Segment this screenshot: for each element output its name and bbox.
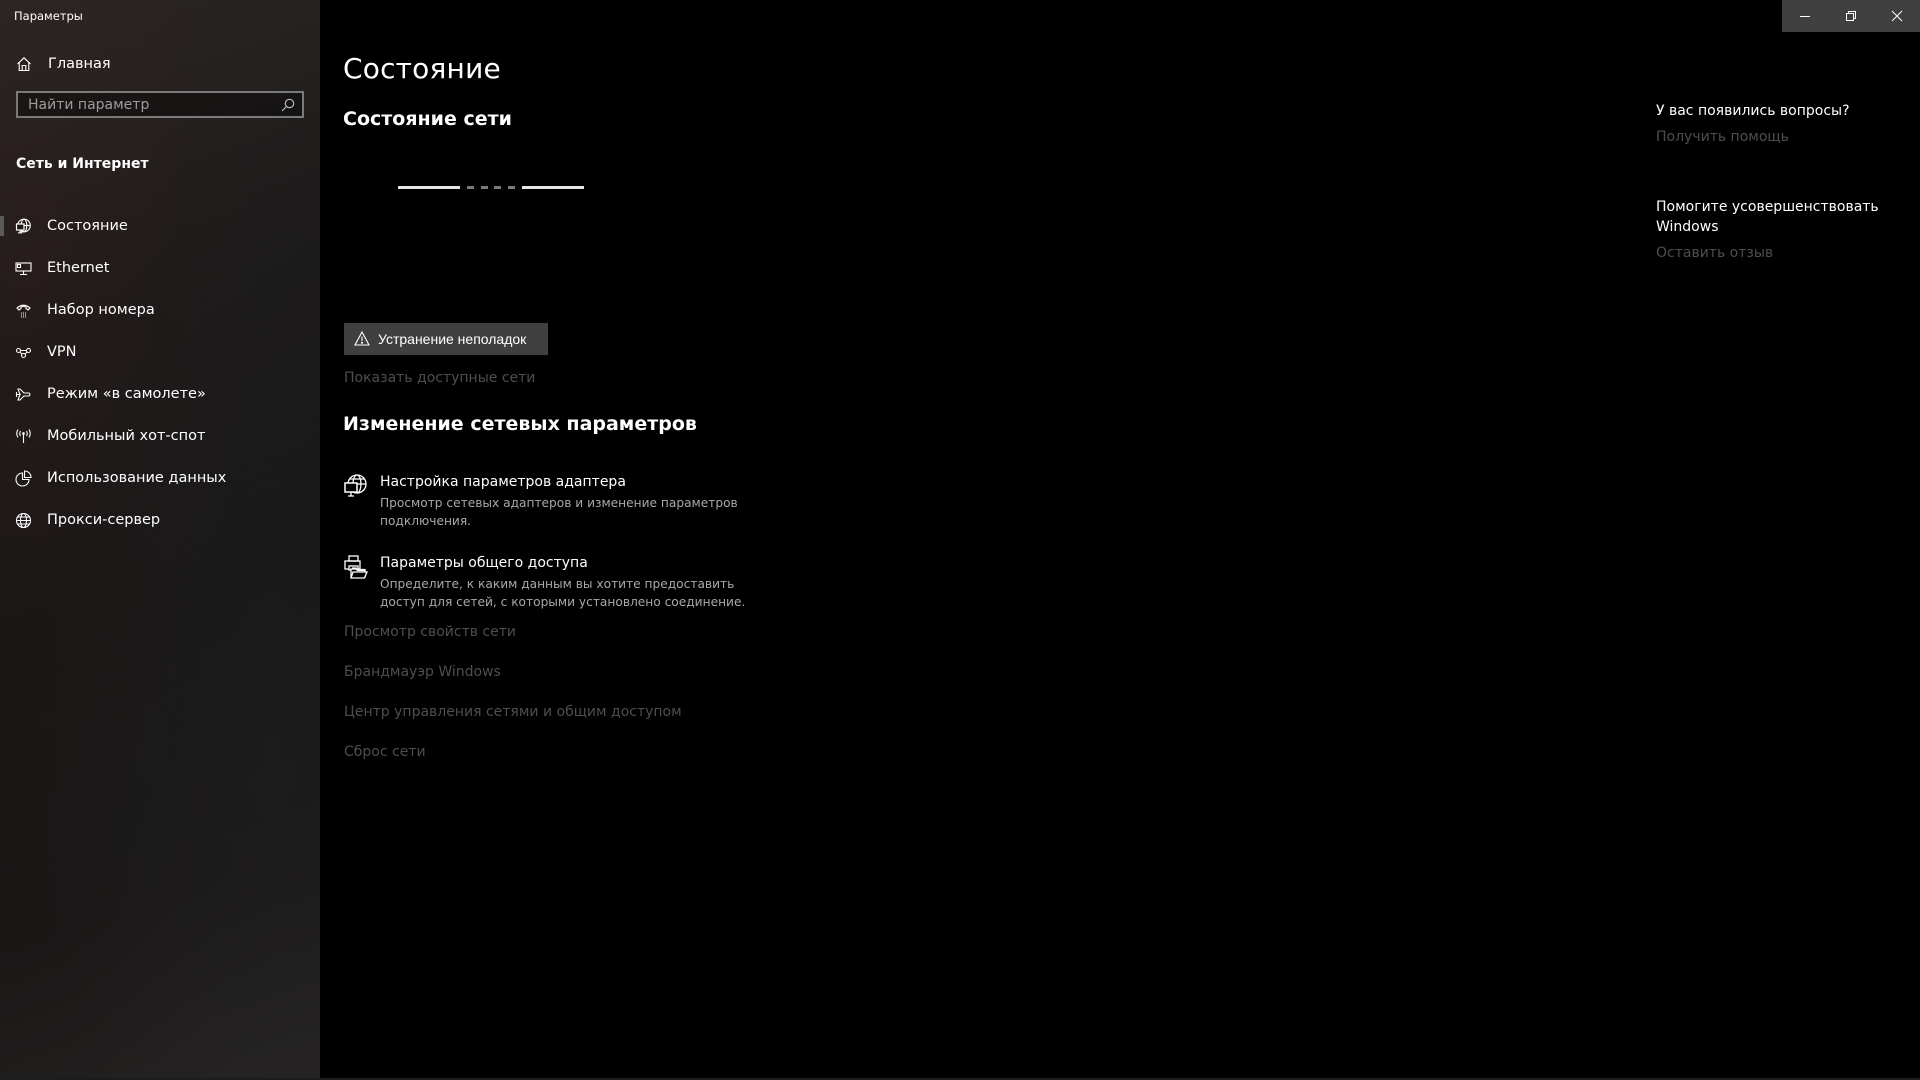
network-reset-link[interactable]: Сброс сети bbox=[344, 744, 426, 760]
hotspot-icon bbox=[15, 428, 32, 445]
sharing-settings-description: Определите, к каким данным вы хотите пре… bbox=[380, 577, 746, 609]
sidebar-home[interactable]: Главная bbox=[0, 52, 320, 76]
adapter-settings-description: Просмотр сетевых адаптеров и изменение п… bbox=[380, 496, 738, 528]
sidebar-item-vpn[interactable]: VPN bbox=[0, 332, 320, 372]
give-feedback-link[interactable]: Оставить отзыв bbox=[1656, 245, 1773, 261]
sidebar-item-status[interactable]: Состояние bbox=[0, 206, 320, 246]
sidebar-item-label: Использование данных bbox=[47, 470, 227, 486]
globe-icon bbox=[15, 512, 32, 529]
network-line-right bbox=[522, 186, 584, 189]
ethernet-icon bbox=[15, 260, 32, 277]
sidebar-item-label: VPN bbox=[47, 344, 77, 360]
adapter-icon bbox=[344, 474, 368, 500]
get-help-link[interactable]: Получить помощь bbox=[1656, 129, 1789, 145]
network-diagram bbox=[398, 186, 588, 189]
questions-title: У вас появились вопросы? bbox=[1656, 103, 1850, 119]
network-status-icon bbox=[15, 218, 32, 235]
warning-icon bbox=[354, 330, 370, 346]
sidebar-section-title: Сеть и Интернет bbox=[16, 156, 149, 172]
sharing-settings-title: Параметры общего доступа bbox=[380, 555, 588, 571]
network-sharing-center-link[interactable]: Центр управления сетями и общим доступом bbox=[344, 704, 682, 720]
sidebar-item-label: Мобильный хот-спот bbox=[47, 428, 206, 444]
sidebar-item-label: Набор номера bbox=[47, 302, 155, 318]
home-icon bbox=[16, 56, 32, 72]
minimize-icon bbox=[1800, 16, 1810, 17]
sidebar-item-label: Прокси-сервер bbox=[47, 512, 161, 528]
selection-indicator bbox=[0, 216, 4, 236]
show-networks-link[interactable]: Показать доступные сети bbox=[344, 370, 535, 386]
feedback-title: Помогите усовершенствовать Windows bbox=[1656, 199, 1879, 235]
sidebar-item-data-usage[interactable]: Использование данных bbox=[0, 458, 320, 498]
windows-firewall-link[interactable]: Брандмауэр Windows bbox=[344, 664, 501, 680]
network-status-title: Состояние сети bbox=[343, 108, 512, 130]
network-dash bbox=[467, 186, 474, 189]
adapter-settings-title: Настройка параметров адаптера bbox=[380, 474, 626, 490]
sidebar-item-label: Ethernet bbox=[47, 260, 110, 276]
sidebar: Параметры Главная Сеть и Интернет bbox=[0, 0, 320, 1078]
sidebar-item-proxy[interactable]: Прокси-сервер bbox=[0, 500, 320, 540]
network-dash bbox=[508, 186, 515, 189]
close-icon bbox=[1891, 10, 1903, 22]
search-icon[interactable] bbox=[280, 97, 296, 113]
minimize-button[interactable] bbox=[1782, 0, 1828, 32]
restore-icon bbox=[1846, 11, 1856, 21]
page-title: Состояние bbox=[343, 52, 501, 85]
sidebar-home-label: Главная bbox=[48, 56, 111, 72]
network-dash bbox=[494, 186, 501, 189]
app-title: Параметры bbox=[14, 9, 83, 23]
change-settings-title: Изменение сетевых параметров bbox=[343, 413, 697, 435]
sidebar-item-ethernet[interactable]: Ethernet bbox=[0, 248, 320, 288]
restore-button[interactable] bbox=[1828, 0, 1874, 32]
network-dash bbox=[481, 186, 488, 189]
sidebar-item-label: Режим «в самолете» bbox=[47, 386, 206, 402]
sidebar-item-dialup[interactable]: Набор номера bbox=[0, 290, 320, 330]
network-line-left bbox=[398, 186, 460, 189]
search-box[interactable] bbox=[16, 91, 304, 118]
data-usage-icon bbox=[15, 470, 32, 487]
sidebar-item-label: Состояние bbox=[47, 218, 128, 234]
sharing-icon bbox=[344, 555, 368, 581]
main-content: Состояние Состояние сети Устранение непо… bbox=[320, 0, 1920, 1080]
search-input[interactable] bbox=[18, 93, 302, 116]
close-button[interactable] bbox=[1874, 0, 1920, 32]
dial-up-icon bbox=[15, 302, 32, 319]
vpn-icon bbox=[15, 344, 32, 361]
sidebar-item-hotspot[interactable]: Мобильный хот-спот bbox=[0, 416, 320, 456]
window-controls bbox=[1782, 0, 1920, 32]
airplane-icon bbox=[15, 386, 32, 403]
network-properties-link[interactable]: Просмотр свойств сети bbox=[344, 624, 516, 640]
troubleshoot-label: Устранение неполадок bbox=[378, 331, 527, 347]
troubleshoot-button[interactable]: Устранение неполадок bbox=[344, 323, 548, 355]
sidebar-item-airplane[interactable]: Режим «в самолете» bbox=[0, 374, 320, 414]
